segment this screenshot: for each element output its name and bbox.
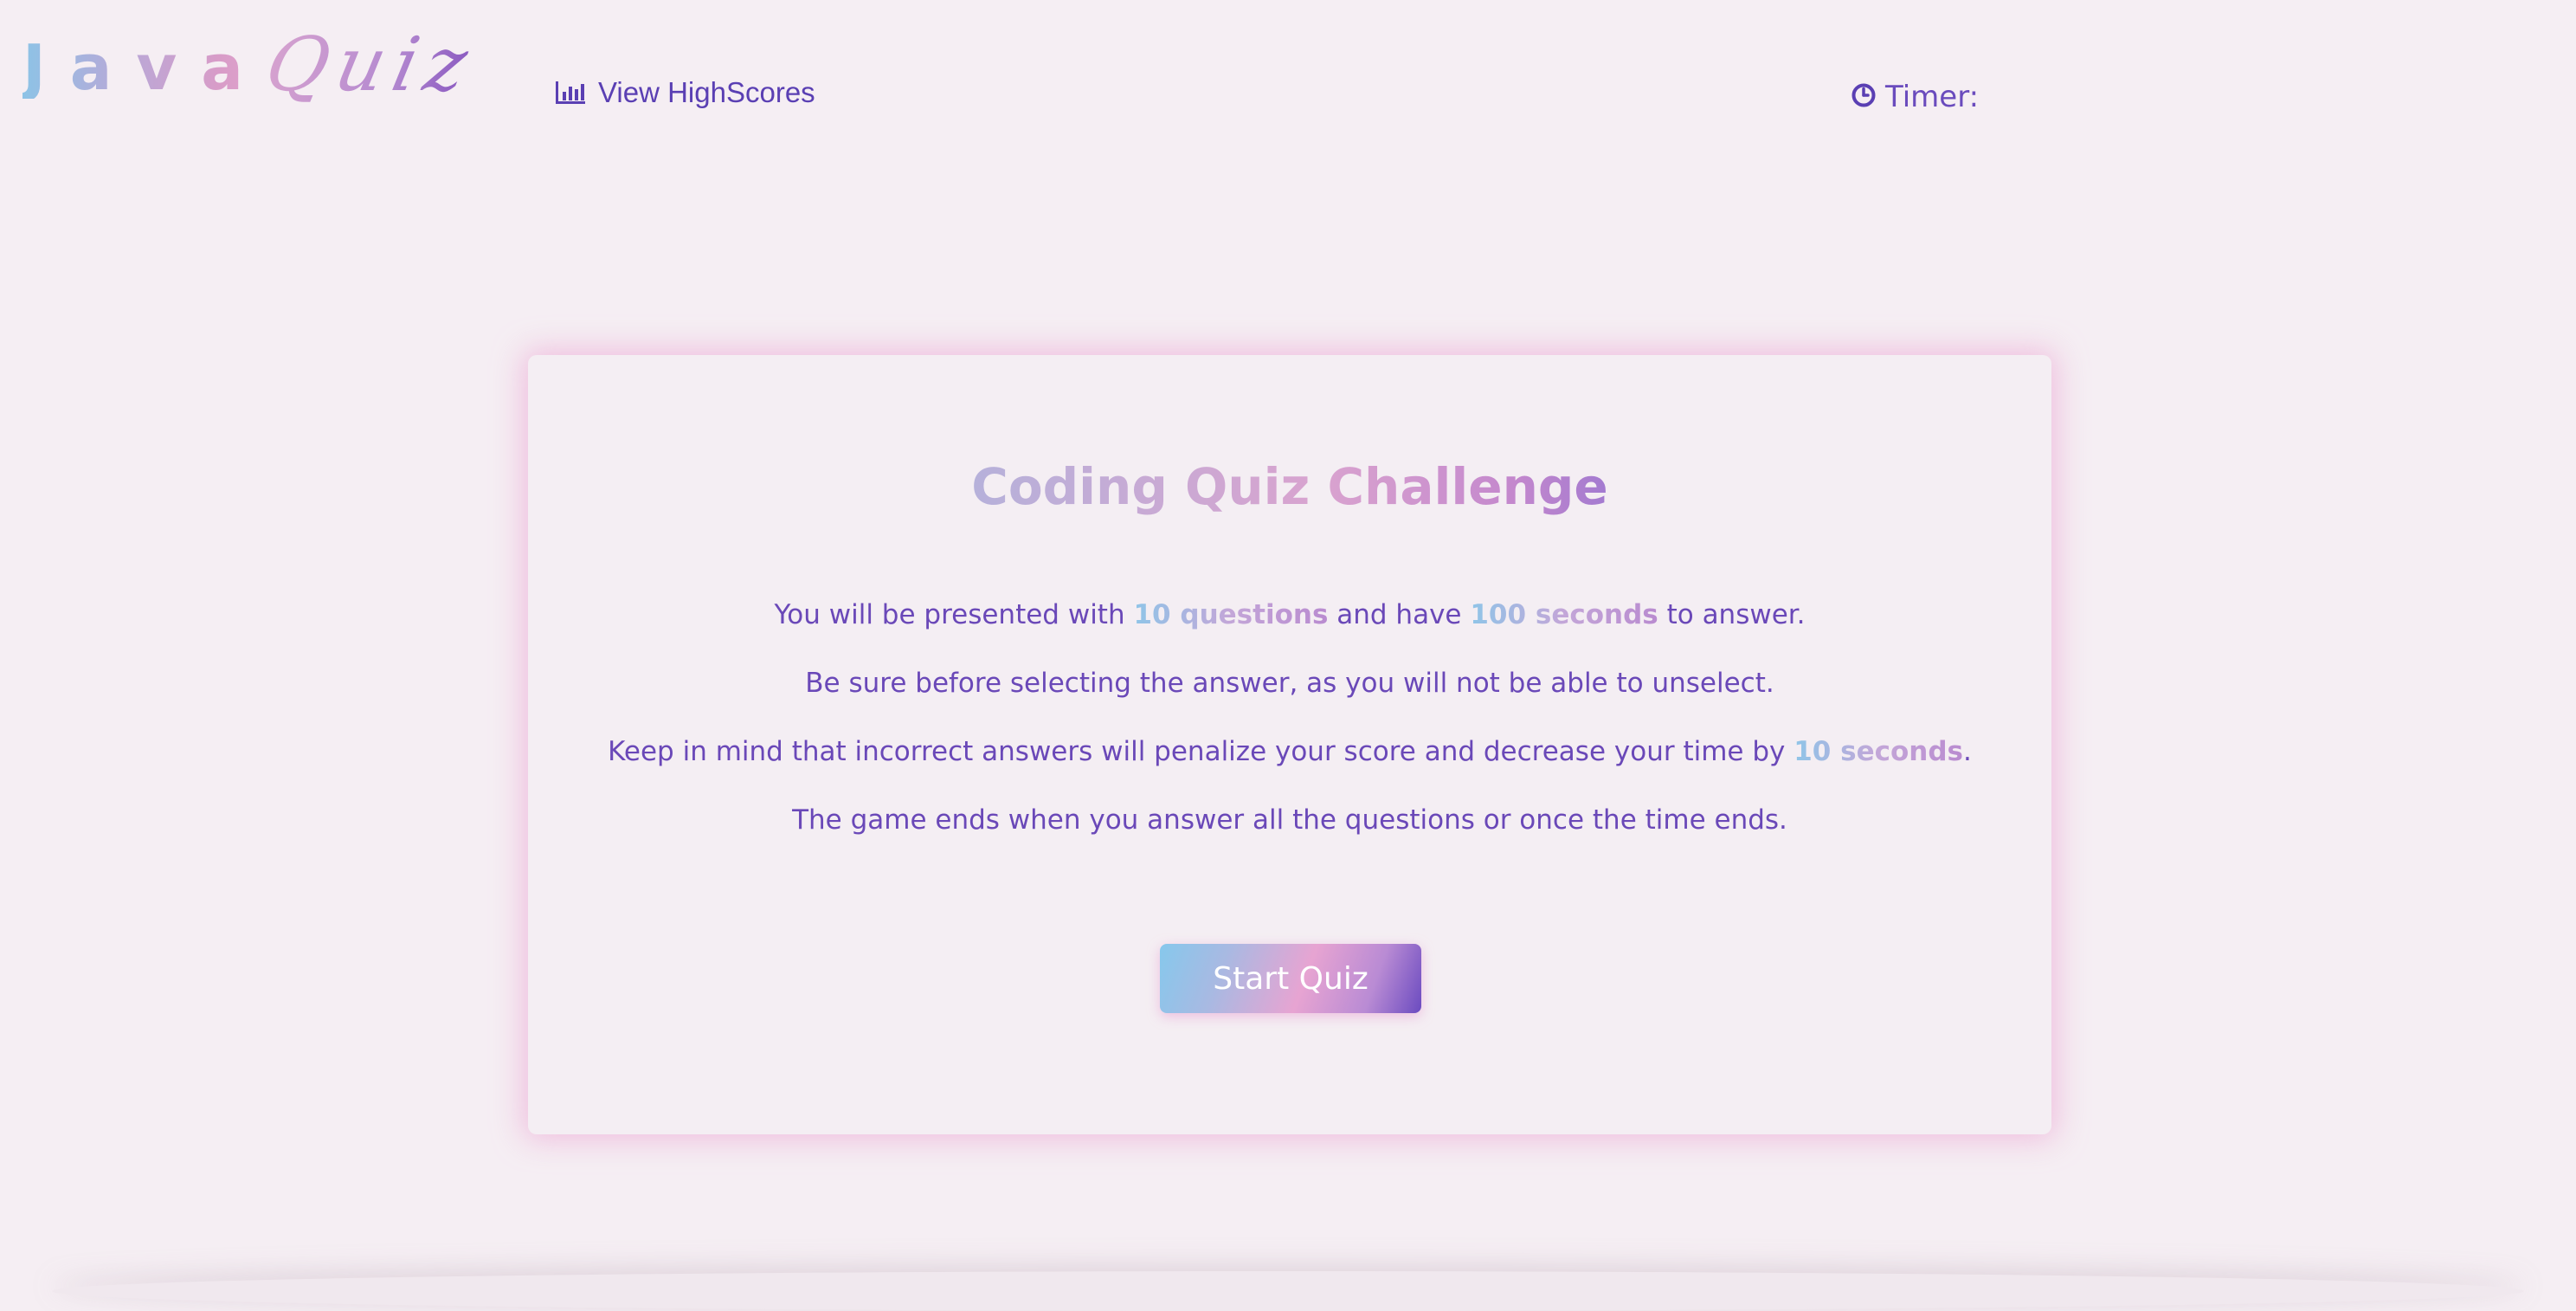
rule1-middle: and have xyxy=(1328,599,1471,630)
rule3-before: Keep in mind that incorrect answers will… xyxy=(608,736,1794,767)
page-title: Coding Quiz Challenge xyxy=(528,457,2051,518)
rule-game-end: The game ends when you answer all the qu… xyxy=(792,804,1787,836)
start-quiz-button[interactable]: Start Quiz xyxy=(1160,944,1421,1013)
rule1-highlight-seconds: 100 seconds xyxy=(1470,599,1658,630)
rule3-after: . xyxy=(1963,736,1972,767)
page-bottom-shadow xyxy=(52,1271,2524,1311)
view-highscores-label: View HighScores xyxy=(598,76,815,108)
rule1-highlight-questions: 10 questions xyxy=(1133,599,1329,630)
rule1-after: to answer. xyxy=(1658,599,1806,630)
title-text: Coding Quiz Challenge xyxy=(971,457,1608,516)
rule3-highlight-seconds: 10 seconds xyxy=(1794,736,1964,767)
logo-java-text: Java xyxy=(23,31,267,104)
rule1-before: You will be presented with xyxy=(774,599,1134,630)
rule-questions-time: You will be presented with 10 questions … xyxy=(528,599,2051,630)
logo: Java Quiz xyxy=(23,22,483,121)
quiz-intro-card: Coding Quiz Challenge You will be presen… xyxy=(528,355,2051,1134)
bar-chart-icon xyxy=(555,80,586,106)
timer: Timer: xyxy=(1851,80,1979,114)
timer-label: Timer: xyxy=(1885,80,1980,114)
rule-penalty: Keep in mind that incorrect answers will… xyxy=(528,736,2051,767)
logo-quiz-text: Quiz xyxy=(258,22,484,108)
clock-icon xyxy=(1851,82,1877,113)
view-highscores-link[interactable]: View HighScores xyxy=(555,76,815,109)
rule-no-unselect: Be sure before selecting the answer, as … xyxy=(805,668,1774,699)
